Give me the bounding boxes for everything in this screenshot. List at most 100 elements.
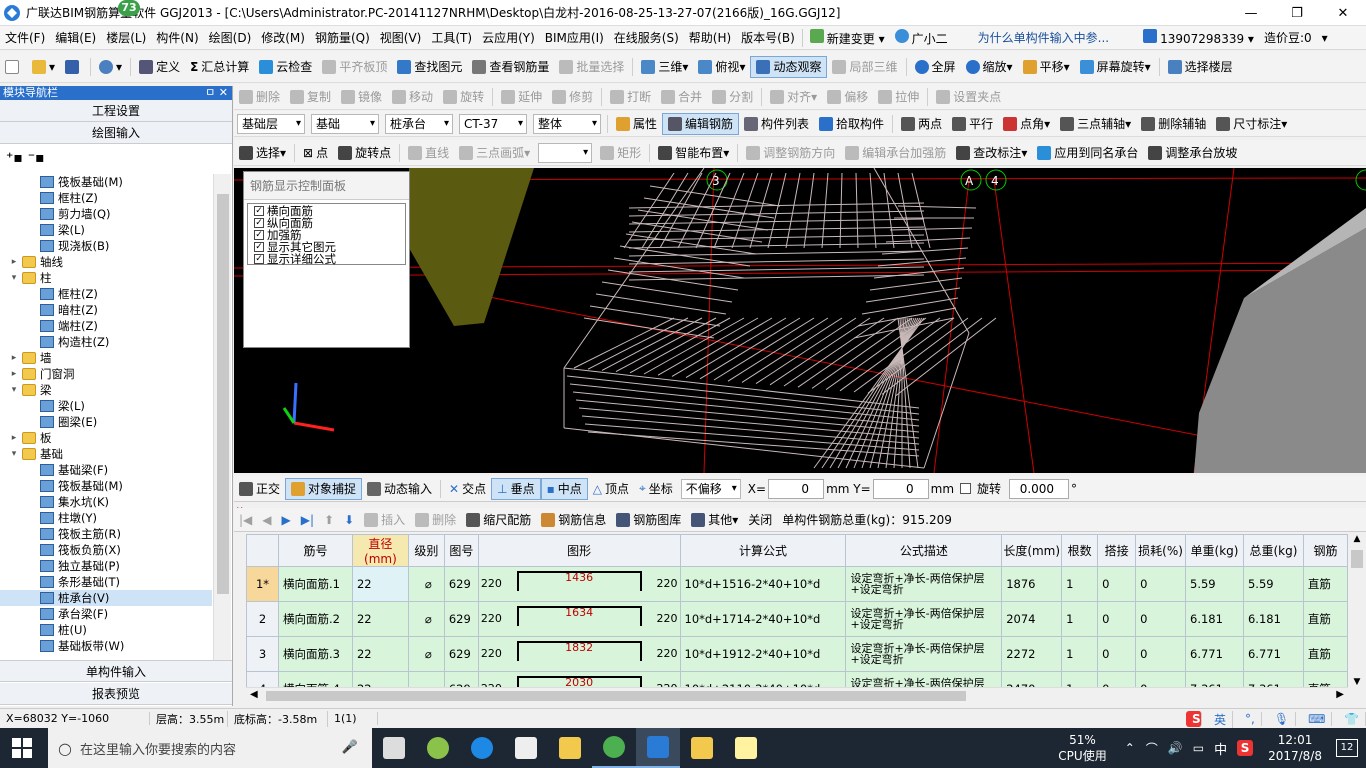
length-cell[interactable]: 2272 [1001,636,1063,672]
header-unit-weight[interactable]: 单重(kg) [1185,534,1244,567]
delete-button[interactable]: 删除 [234,86,285,108]
menu-edit[interactable]: 编辑(E) [50,29,101,46]
rebar-info-button[interactable]: 钢筋信息 [536,511,611,528]
tree-folder[interactable]: ▾ 柱 [0,270,212,286]
store-app[interactable] [504,728,548,768]
move-up-button[interactable]: ⬆ [319,513,339,527]
lap-cell[interactable]: 0 [1097,566,1137,602]
unit-weight-cell[interactable]: 5.59 [1185,566,1244,602]
drawing-input-button[interactable]: 绘图输入 [0,122,232,144]
table-vertical-scrollbar[interactable]: ▲ ▼ [1348,534,1366,687]
tree-item[interactable]: 圈梁(E) [0,414,212,430]
monitor-icon[interactable]: ▭ [1193,741,1204,755]
sogou-s-icon[interactable]: S [1186,711,1202,727]
formula-desc-cell[interactable]: 设定弯折+净长-两倍保护层+设定弯折 [845,671,1003,687]
component-name-select[interactable]: CT-37 [459,113,527,134]
row-number-cell[interactable]: 1* [246,566,279,602]
tree-folder[interactable]: ▸ 轴线 [0,254,212,270]
total-weight-cell[interactable]: 5.59 [1242,566,1304,602]
tree-item[interactable]: 构造柱(Z) [0,334,212,350]
new-file-button[interactable] [0,56,27,78]
tree-folder[interactable]: ▸ 板 [0,430,212,446]
report-preview-button[interactable]: 报表预览 [0,683,232,705]
scroll-up-icon[interactable]: ▲ [1348,534,1366,544]
rotate-checkbox[interactable] [960,483,972,494]
tree-item[interactable]: 暗柱(Z) [0,302,212,318]
formula-cell[interactable]: 10*d+2110-2*40+10*d [679,671,847,687]
figure-number-cell[interactable]: 629 [443,636,479,672]
clothes-icon[interactable]: 👕 [1338,712,1366,726]
grade-cell[interactable]: ⌀ [407,601,445,637]
ime-english-label[interactable]: 英 [1208,710,1234,728]
tree-item[interactable]: 独立基础(P) [0,558,212,574]
tree-item[interactable]: 桩(U) [0,622,212,638]
tree-scroll-thumb[interactable] [217,194,229,594]
count-cell[interactable]: 1 [1061,566,1099,602]
diameter-cell[interactable]: 22 [351,566,409,602]
rectangle-button[interactable]: 矩形 [595,142,646,164]
tree-item[interactable]: 现浇板(B) [0,238,212,254]
menu-floor[interactable]: 楼层(L) [101,29,151,46]
total-weight-cell[interactable]: 6.771 [1242,636,1304,672]
header-total-weight[interactable]: 总重(kg) [1242,534,1304,567]
figure-number-cell[interactable]: 629 [443,671,479,687]
header-figure-number[interactable]: 图号 [443,534,479,567]
tree-item[interactable]: 条形基础(T) [0,574,212,590]
tree-folder[interactable]: ▸ 门窗洞 [0,366,212,382]
tree-toggle-icon[interactable]: ▸ [8,350,20,366]
tree-item[interactable]: 剪力墙(Q) [0,206,212,222]
3d-button[interactable]: 三维 ▾ [636,56,693,78]
menu-cloud[interactable]: 云应用(Y) [477,29,540,46]
delete-axis-button[interactable]: 删除辅轴 [1136,113,1211,135]
tree-item[interactable]: 框柱(Z) [0,190,212,206]
tree-toggle-icon[interactable]: ▸ [8,430,20,446]
ime-toolbar[interactable]: S 英 °, 🎙 ⌨ 👕 🔧 [1180,709,1366,729]
header-length[interactable]: 长度(mm) [1001,534,1063,567]
punctuation-icon[interactable]: °, [1239,712,1262,726]
apply-same-cap-button[interactable]: 应用到同名承台 [1032,142,1143,164]
align-slab-top-button[interactable]: 平齐板顶 [317,56,392,78]
dynamic-input-toggle[interactable]: 动态输入 [362,478,437,500]
x-input[interactable]: 0 [768,478,825,499]
menu-tools[interactable]: 工具(T) [426,29,477,46]
rotate-point-button[interactable]: 旋转点 [333,142,396,164]
rebar-type-cell[interactable]: 直筋 [1302,566,1348,602]
tree-toggle-icon[interactable]: ▸ [8,254,20,270]
grade-cell[interactable]: ⌀ [407,566,445,602]
other-button[interactable]: 其他 ▾ [686,511,743,528]
tree-item[interactable]: 基础梁(F) [0,462,212,478]
tree-item[interactable]: 框柱(Z) [0,286,212,302]
loss-cell[interactable]: 0 [1135,601,1187,637]
bar-number-cell[interactable]: 横向面筋.3 [277,636,353,672]
break-button[interactable]: 打断 [605,86,656,108]
notification-badge[interactable]: 73 [118,0,140,16]
header-formula[interactable]: 计算公式 [679,534,847,567]
tree-item[interactable]: 基础板带(W) [0,638,212,654]
count-cell[interactable]: 1 [1061,671,1099,687]
formula-cell[interactable]: 10*d+1714-2*40+10*d [679,601,847,637]
dynamic-orbit-button[interactable]: 动态观察 [750,55,828,78]
formula-cell[interactable]: 10*d+1912-2*40+10*d [679,636,847,672]
header-rebar-type[interactable]: 钢筋 [1302,534,1348,567]
move-down-button[interactable]: ⬇ [339,513,359,527]
trim-button[interactable]: 修剪 [547,86,598,108]
help-app[interactable] [724,728,768,768]
batch-select-button[interactable]: 批量选择 [554,56,629,78]
layer-select[interactable]: 基础层 [237,113,305,134]
bar-number-cell[interactable]: 横向面筋.1 [277,566,353,602]
loss-cell[interactable]: 0 [1135,671,1187,687]
point-button[interactable]: ⊠ 点 [298,142,333,164]
y-input[interactable]: 0 [872,478,929,499]
loss-cell[interactable]: 0 [1135,566,1187,602]
diameter-cell[interactable]: 22 [351,636,409,672]
lap-cell[interactable]: 0 [1097,601,1137,637]
network-icon[interactable]: ⌒ [1146,740,1158,757]
keyboard-icon[interactable]: ⌨ [1302,712,1333,726]
header-loss[interactable]: 损耗(%) [1135,534,1187,567]
save-button[interactable] [60,56,87,78]
component-list-button[interactable]: 构件列表 [739,113,814,135]
set-grip-button[interactable]: 设置夹点 [931,86,1006,108]
select-floor-button[interactable]: 选择楼层 [1163,56,1238,78]
formula-desc-cell[interactable]: 设定弯折+净长-两倍保护层+设定弯折 [845,636,1003,672]
properties-button[interactable]: 属性 [611,113,662,135]
